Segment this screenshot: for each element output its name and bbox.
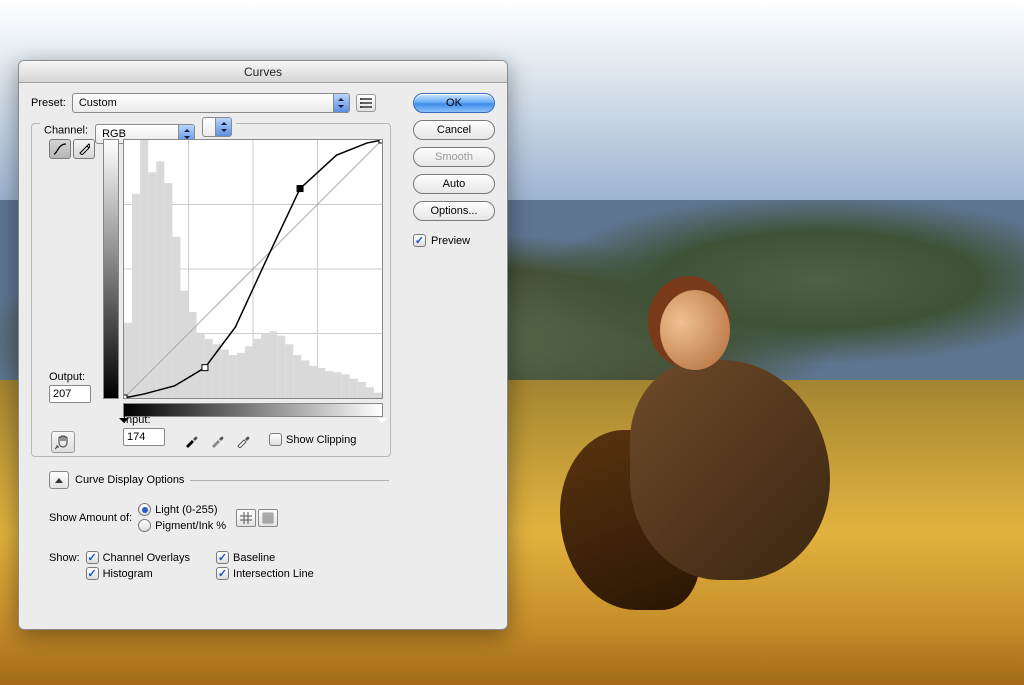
targeted-adjustment-tool[interactable]: [51, 431, 75, 453]
intersection-label: Intersection Line: [233, 568, 314, 580]
curve-display-options-label: Curve Display Options: [75, 474, 184, 486]
options-button[interactable]: Options...: [413, 201, 495, 221]
curve-tool-button[interactable]: [49, 139, 71, 159]
preset-menu-button[interactable]: [356, 94, 376, 112]
pencil-tool-button[interactable]: [73, 139, 95, 159]
show-clipping-checkbox[interactable]: [269, 433, 282, 446]
input-input[interactable]: [123, 428, 165, 446]
light-label: Light (0-255): [155, 504, 217, 516]
smooth-button[interactable]: Smooth: [413, 147, 495, 167]
intersection-checkbox[interactable]: [216, 567, 229, 580]
baseline-checkbox[interactable]: [216, 551, 229, 564]
auto-button[interactable]: Auto: [413, 174, 495, 194]
dropdown-arrows-icon: [215, 118, 231, 136]
grid-fine-button[interactable]: [258, 509, 278, 527]
histogram-checkbox[interactable]: [86, 567, 99, 580]
dropdown-arrows-icon: [333, 94, 349, 112]
output-gradient: [103, 139, 119, 399]
cancel-button[interactable]: Cancel: [413, 120, 495, 140]
dialog-title: Curves: [19, 61, 507, 83]
preset-label: Preset:: [31, 97, 66, 109]
curves-dialog: Curves Preset: Custom Channel: RGB: [18, 60, 508, 630]
pigment-label: Pigment/Ink %: [155, 520, 226, 532]
baseline-label: Baseline: [233, 552, 275, 564]
preview-checkbox[interactable]: [413, 234, 426, 247]
ok-button[interactable]: OK: [413, 93, 495, 113]
preview-label: Preview: [431, 235, 470, 247]
eyedropper-black[interactable]: [181, 431, 201, 451]
show-amount-label: Show Amount of:: [49, 512, 132, 524]
histogram-label: Histogram: [103, 568, 153, 580]
dialog-title-text: Curves: [244, 65, 282, 79]
eyedropper-gray[interactable]: [207, 431, 227, 451]
channel-overlays-label: Channel Overlays: [103, 552, 190, 564]
show-clipping-label: Show Clipping: [286, 434, 356, 446]
output-input[interactable]: [49, 385, 91, 403]
channel-extra-dropdown[interactable]: [202, 117, 232, 137]
preset-value: Custom: [79, 97, 117, 109]
input-label: Input:: [123, 414, 165, 426]
channel-overlays-checkbox[interactable]: [86, 551, 99, 564]
show-label: Show:: [49, 551, 80, 564]
white-point-slider[interactable]: [377, 418, 387, 428]
light-radio[interactable]: [138, 503, 151, 516]
curve-display-toggle[interactable]: [49, 471, 69, 489]
preset-dropdown[interactable]: Custom: [72, 93, 350, 113]
output-label: Output:: [49, 371, 91, 383]
curves-graph[interactable]: [123, 139, 383, 399]
pigment-radio[interactable]: [138, 519, 151, 532]
grid-coarse-button[interactable]: [236, 509, 256, 527]
divider: [190, 480, 389, 481]
eyedropper-white[interactable]: [233, 431, 253, 451]
